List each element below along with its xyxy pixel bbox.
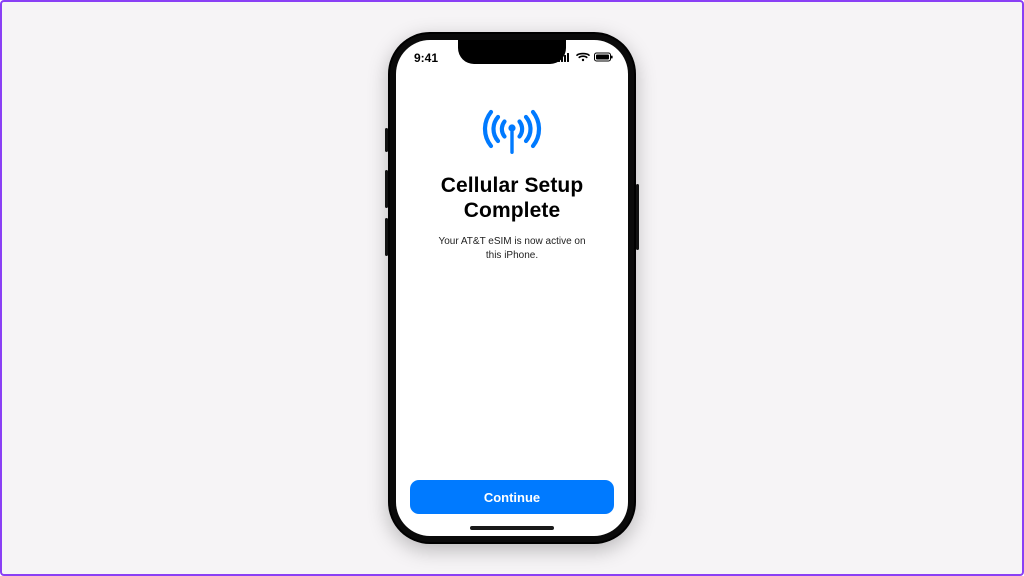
page-subtitle: Your AT&T eSIM is now active on this iPh… — [438, 235, 585, 262]
battery-icon — [594, 51, 614, 65]
phone-frame: 9:41 — [388, 32, 636, 544]
status-right — [558, 51, 614, 65]
status-time: 9:41 — [414, 51, 438, 65]
notch — [458, 40, 566, 64]
wifi-icon — [576, 51, 590, 65]
continue-button[interactable]: Continue — [410, 480, 614, 514]
power-button — [636, 184, 639, 250]
page-title: Cellular Setup Complete — [441, 173, 584, 223]
main-content: Cellular Setup Complete Your AT&T eSIM i… — [396, 68, 628, 536]
phone-screen: 9:41 — [396, 40, 628, 536]
app-canvas: 9:41 — [0, 0, 1024, 576]
volume-up — [385, 170, 388, 208]
volume-down — [385, 218, 388, 256]
continue-button-label: Continue — [484, 490, 540, 505]
cellular-antenna-icon — [481, 106, 543, 161]
home-indicator — [470, 526, 554, 530]
mute-switch — [385, 128, 388, 152]
